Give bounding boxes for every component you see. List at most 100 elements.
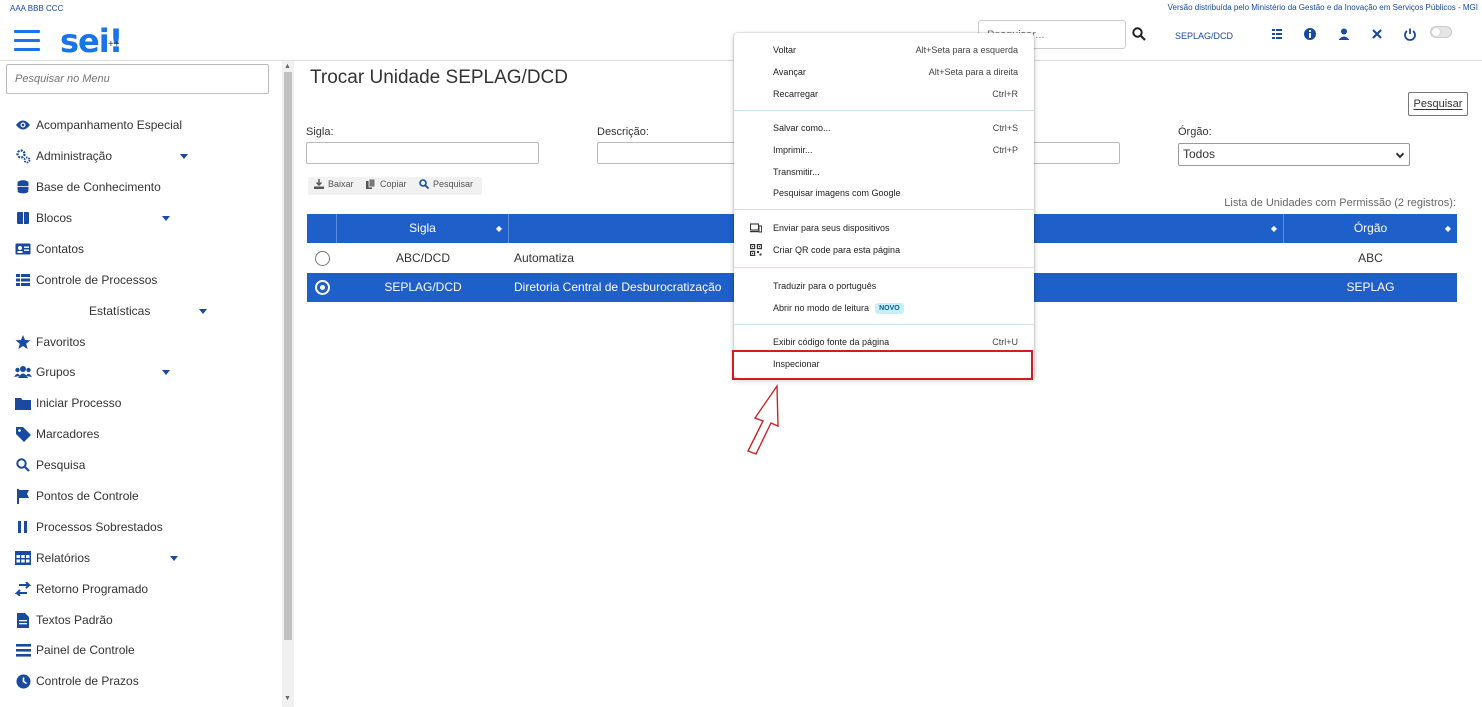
sidebar-item-grupos[interactable]: Grupos bbox=[14, 362, 170, 382]
sort-icon[interactable]: ◆ bbox=[496, 214, 502, 243]
header-sigla-label: Sigla bbox=[409, 221, 436, 235]
orgao-label: Órgão: bbox=[1178, 126, 1212, 138]
chevron-down-icon bbox=[170, 556, 178, 561]
cell-orgao: ABC bbox=[1358, 251, 1383, 265]
sidebar-item-pontos-controle[interactable]: Pontos de Controle bbox=[14, 486, 139, 506]
ctx-criar-qr[interactable]: Criar QR code para esta página bbox=[734, 240, 1034, 260]
ctx-salvar-como[interactable]: Salvar como... Ctrl+S bbox=[734, 118, 1034, 138]
sidebar-scroll-thumb[interactable] bbox=[284, 72, 292, 640]
row-radio[interactable] bbox=[315, 280, 330, 295]
sort-icon[interactable]: ◆ bbox=[1271, 214, 1277, 243]
header-orgao[interactable]: Órgão ◆ bbox=[1284, 214, 1457, 243]
ctx-label: Enviar para seus dispositivos bbox=[773, 223, 890, 233]
chevron-down-icon bbox=[199, 309, 207, 314]
sidebar-item-painel-controle[interactable]: Painel de Controle bbox=[14, 640, 135, 660]
baixar-button[interactable]: Baixar bbox=[314, 179, 354, 189]
menu-toggle-button[interactable] bbox=[14, 30, 40, 52]
theme-toggle[interactable] bbox=[1430, 26, 1452, 38]
ctx-separator bbox=[734, 324, 1034, 325]
sidebar-item-label: Administração bbox=[36, 149, 113, 163]
pesquisar-label: Pesquisar bbox=[433, 179, 474, 189]
sidebar-item-controle-prazos[interactable]: Controle de Prazos bbox=[14, 671, 139, 691]
sidebar-item-marcadores[interactable]: Marcadores bbox=[14, 424, 99, 444]
sidebar-item-controle-processos[interactable]: Controle de Processos bbox=[14, 270, 157, 290]
ctx-modo-leitura[interactable]: Abrir no modo de leitura NOVO bbox=[734, 298, 1034, 318]
file-icon bbox=[14, 612, 32, 628]
sidebar-item-textos-padrao[interactable]: Textos Padrão bbox=[14, 610, 113, 630]
info-icon[interactable] bbox=[1303, 27, 1317, 41]
eye-icon bbox=[14, 117, 32, 133]
sidebar-item-favoritos[interactable]: Favoritos bbox=[14, 332, 85, 352]
download-icon bbox=[314, 179, 324, 189]
sidebar-item-retorno-programado[interactable]: Retorno Programado bbox=[14, 579, 148, 599]
copy-icon bbox=[366, 179, 376, 189]
copiar-button[interactable]: Copiar bbox=[366, 179, 407, 189]
ctx-enviar-dispositivos[interactable]: Enviar para seus dispositivos bbox=[734, 218, 1034, 238]
sidebar-item-contatos[interactable]: Contatos bbox=[14, 239, 84, 259]
pesquisar-button[interactable]: Pesquisar bbox=[1408, 92, 1468, 116]
current-unit-link[interactable]: SEPLAG/DCD bbox=[1175, 31, 1233, 41]
ctx-label: Criar QR code para esta página bbox=[773, 245, 901, 255]
grid-icon[interactable] bbox=[1270, 27, 1284, 41]
ctx-shortcut: Alt+Seta para a direita bbox=[928, 67, 1018, 77]
ctx-imprimir[interactable]: Imprimir... Ctrl+P bbox=[734, 140, 1034, 160]
sidebar-item-relatorios[interactable]: Relatórios bbox=[14, 548, 178, 568]
list-caption: Lista de Unidades com Permissão (2 regis… bbox=[1224, 197, 1456, 209]
sidebar-item-iniciar-processo[interactable]: Iniciar Processo bbox=[14, 393, 121, 413]
ctx-label: Salvar como... bbox=[773, 123, 831, 133]
folder-icon bbox=[14, 395, 32, 411]
user-icon[interactable] bbox=[1337, 27, 1351, 41]
sidebar-item-base-conhecimento[interactable]: Base de Conhecimento bbox=[14, 177, 161, 197]
search-icon[interactable] bbox=[1132, 27, 1146, 41]
header-sigla[interactable]: Sigla ◆ bbox=[337, 214, 509, 243]
copiar-label: Copiar bbox=[380, 179, 407, 189]
ctx-shortcut: Ctrl+S bbox=[992, 123, 1018, 133]
sidebar-item-label: Marcadores bbox=[36, 427, 100, 441]
sigla-input[interactable] bbox=[306, 142, 539, 164]
ctx-voltar[interactable]: Voltar Alt+Seta para a esquerda bbox=[734, 40, 1034, 60]
sidebar-item-administracao[interactable]: Administração bbox=[14, 146, 188, 166]
page-title: Trocar Unidade SEPLAG/DCD bbox=[310, 67, 569, 88]
toolbar-pesquisar-button[interactable]: Pesquisar bbox=[419, 179, 473, 189]
orgao-select[interactable]: Todos bbox=[1178, 143, 1410, 166]
sidebar-item-label: Retorno Programado bbox=[36, 582, 149, 596]
sidebar-item-label: Acompanhamento Especial bbox=[36, 118, 183, 132]
ctx-codigo-fonte[interactable]: Exibir código fonte da página Ctrl+U bbox=[734, 332, 1034, 352]
users-icon bbox=[14, 364, 32, 380]
ctx-avancar[interactable]: Avançar Alt+Seta para a direita bbox=[734, 62, 1034, 82]
org-name: AAA BBB CCC bbox=[10, 4, 64, 13]
ctx-recarregar[interactable]: Recarregar Ctrl+R bbox=[734, 84, 1034, 104]
ctx-pesquisar-imagens[interactable]: Pesquisar imagens com Google bbox=[734, 183, 1034, 203]
sidebar-item-label: Textos Padrão bbox=[36, 613, 113, 627]
logo-sub: ++ bbox=[108, 39, 120, 50]
sidebar-item-label: Favoritos bbox=[36, 335, 86, 349]
ctx-transmitir[interactable]: Transmitir... bbox=[734, 162, 1034, 182]
sidebar-item-acompanhamento[interactable]: Acompanhamento Especial bbox=[14, 115, 182, 135]
menu-search-input[interactable] bbox=[6, 64, 269, 94]
contact-card-icon bbox=[14, 241, 32, 257]
power-icon[interactable] bbox=[1403, 27, 1417, 41]
orgao-select-value: Todos bbox=[1183, 147, 1216, 161]
sidebar-item-label: Base de Conhecimento bbox=[36, 180, 161, 194]
ctx-separator bbox=[734, 110, 1034, 111]
list-icon bbox=[14, 272, 32, 288]
sidebar-item-pesquisa[interactable]: Pesquisa bbox=[14, 455, 85, 475]
row-radio[interactable] bbox=[315, 251, 330, 266]
ctx-label: Exibir código fonte da página bbox=[773, 337, 890, 347]
sidebar-item-label: Estatísticas bbox=[89, 304, 151, 318]
cell-orgao: SEPLAG bbox=[1346, 280, 1395, 294]
sidebar-item-label: Relatórios bbox=[36, 551, 91, 565]
cell-descricao: Automatiza bbox=[514, 251, 575, 265]
sigla-label: Sigla: bbox=[306, 126, 334, 138]
ctx-label: Recarregar bbox=[773, 89, 819, 99]
sidebar-item-estatisticas[interactable]: Estatísticas bbox=[89, 301, 207, 321]
scroll-up-arrow-icon[interactable]: ▲ bbox=[284, 63, 291, 70]
sidebar-item-blocos[interactable]: Blocos bbox=[14, 208, 170, 228]
sort-icon[interactable]: ◆ bbox=[1445, 214, 1451, 243]
scroll-down-arrow-icon[interactable]: ▼ bbox=[284, 695, 291, 702]
sidebar-item-label: Pontos de Controle bbox=[36, 489, 139, 503]
tools-icon[interactable] bbox=[1370, 27, 1384, 41]
sidebar-item-processos-sobrestados[interactable]: Processos Sobrestados bbox=[14, 517, 163, 537]
ctx-traduzir[interactable]: Traduzir para o português bbox=[734, 276, 1034, 296]
sidebar-item-label: Controle de Prazos bbox=[36, 674, 139, 688]
